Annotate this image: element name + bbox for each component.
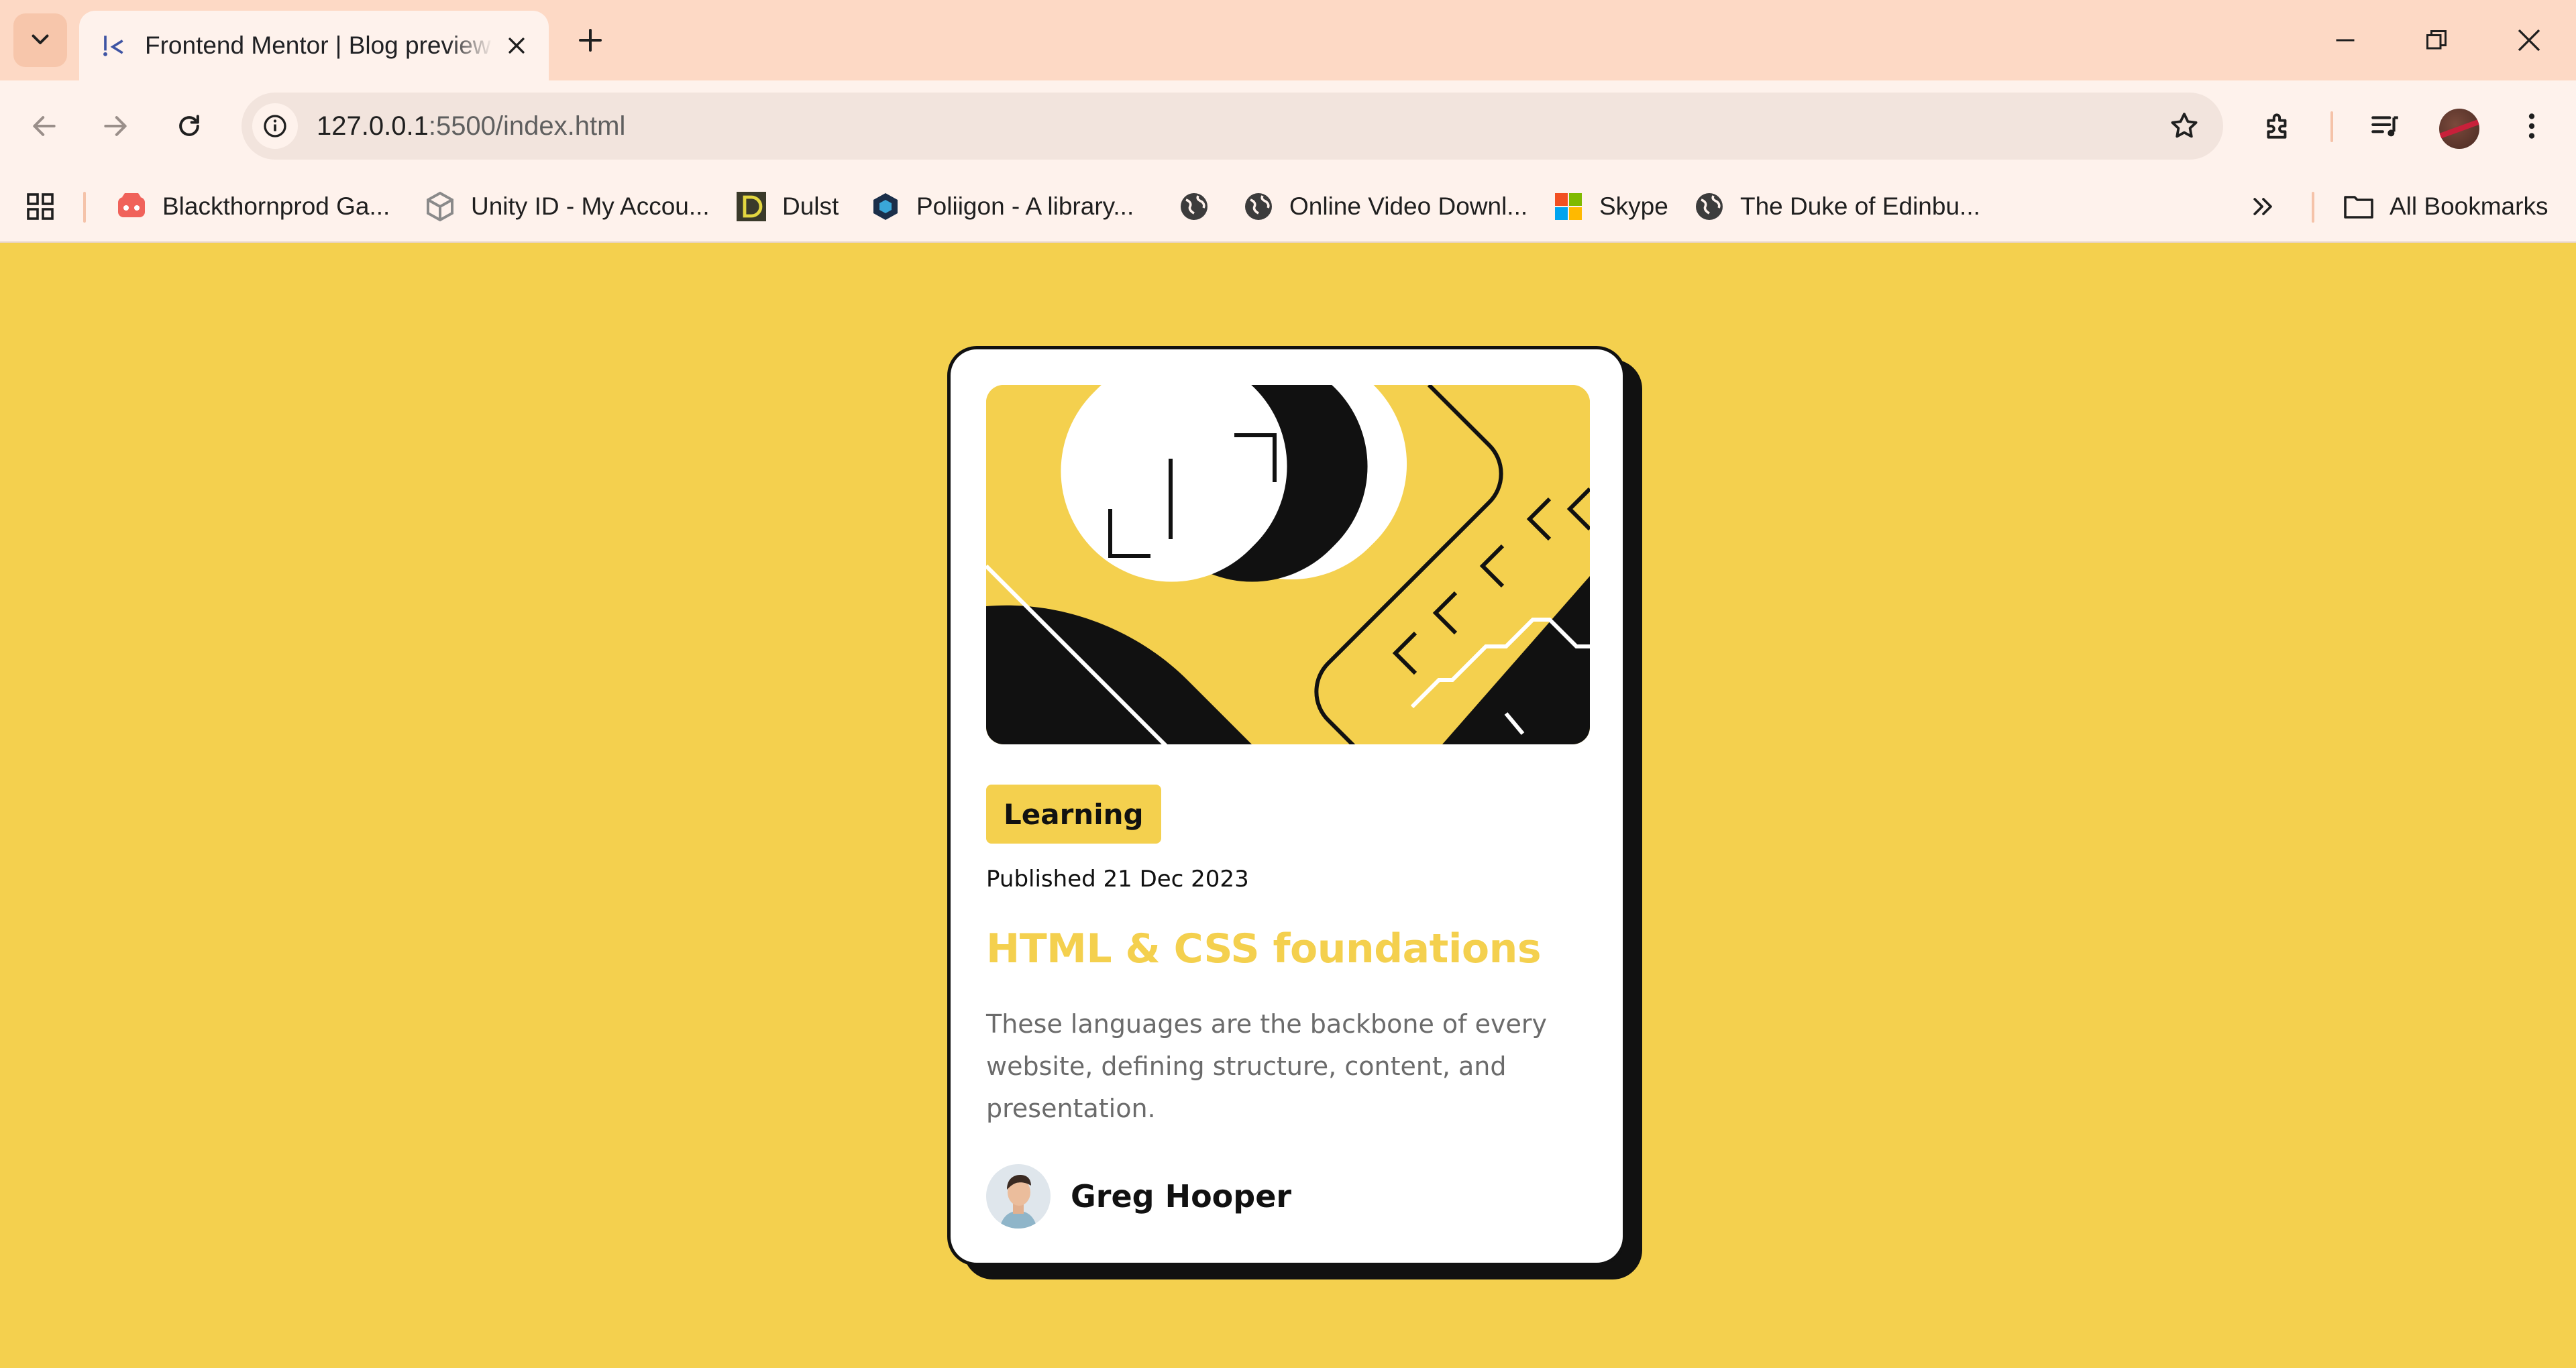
tab-strip: Frontend Mentor | Blog preview card: [0, 0, 2576, 80]
address-bar[interactable]: 127.0.0.1:5500/index.html: [241, 93, 2223, 160]
new-tab-plus-icon[interactable]: [570, 20, 610, 60]
more-bookmarks-chevron-icon[interactable]: [2249, 186, 2278, 227]
bookmark-globe-unlabeled[interactable]: [1178, 186, 1225, 227]
more-menu-icon[interactable]: [2508, 102, 2556, 150]
close-tab-icon[interactable]: [500, 30, 533, 62]
windows-icon: [1552, 190, 1585, 223]
card-description: These languages are the backbone of ever…: [986, 1009, 1547, 1123]
author-name: Greg Hooper: [1071, 1178, 1292, 1214]
bookmark-dulst[interactable]: Dulst: [735, 186, 839, 227]
chevron-down-icon: [28, 27, 52, 54]
bookmark-duke-of-edinburgh[interactable]: The Duke of Edinbu...: [1693, 186, 1980, 227]
bookmarks-divider: [83, 192, 86, 223]
url-path: :5500/index.html: [428, 111, 626, 141]
bookmark-label: Skype: [1599, 192, 1668, 220]
bookmark-online-video[interactable]: Online Video Downl...: [1242, 186, 1527, 227]
restore-icon[interactable]: [2410, 15, 2463, 66]
site-info-icon[interactable]: [252, 103, 298, 149]
bookmark-unity-id[interactable]: Unity ID - My Accou...: [424, 186, 710, 227]
poliigon-icon: [869, 190, 902, 223]
gamepad-icon: [115, 190, 148, 223]
profile-avatar[interactable]: [2439, 109, 2479, 149]
unity-icon: [424, 190, 456, 223]
card-illustration: [986, 385, 1590, 744]
frontend-mentor-favicon-icon: [98, 31, 127, 60]
extensions-puzzle-icon[interactable]: [2254, 102, 2302, 150]
back-arrow-icon[interactable]: [20, 102, 68, 150]
reload-icon[interactable]: [165, 102, 213, 150]
tab-search-button[interactable]: [13, 13, 67, 67]
category-badge: Learning: [986, 785, 1161, 844]
bookmark-skype[interactable]: Skype: [1552, 186, 1668, 227]
browser-toolbar: 127.0.0.1:5500/index.html: [0, 80, 2576, 172]
globe-icon: [1242, 190, 1275, 223]
globe-icon: [1693, 190, 1725, 223]
bookmark-label: Blackthornprod Ga...: [162, 192, 390, 220]
bookmark-label: The Duke of Edinbu...: [1740, 192, 1980, 220]
bookmarks-bar: Blackthornprod Ga... Unity ID - My Accou…: [0, 172, 2576, 243]
tab-title: Frontend Mentor | Blog preview card: [145, 25, 494, 66]
published-date: Published 21 Dec 2023: [986, 866, 1249, 893]
bookmark-blackthornprod[interactable]: Blackthornprod Ga...: [115, 186, 390, 227]
bookmark-label: Dulst: [782, 192, 839, 220]
url-host: 127.0.0.1: [317, 111, 429, 141]
all-bookmarks-folder[interactable]: All Bookmarks: [2343, 186, 2548, 227]
toolbar-divider: [2330, 111, 2333, 142]
all-bookmarks-label: All Bookmarks: [2390, 192, 2548, 220]
folder-icon: [2343, 190, 2375, 223]
globe-icon: [1178, 190, 1210, 223]
close-window-icon[interactable]: [2502, 15, 2556, 66]
active-tab[interactable]: Frontend Mentor | Blog preview card: [79, 11, 549, 80]
minimize-icon[interactable]: [2318, 15, 2372, 66]
media-control-icon[interactable]: [2361, 102, 2410, 150]
bookmark-poliigon[interactable]: Poliigon - A library...: [869, 186, 1134, 227]
apps-grid-icon[interactable]: [24, 186, 56, 227]
card-title-link[interactable]: HTML & CSS foundations: [986, 919, 1542, 979]
url-text: 127.0.0.1:5500/index.html: [317, 106, 625, 146]
bookmarks-divider: [2312, 192, 2314, 223]
bookmark-label: Unity ID - My Accou...: [471, 192, 710, 220]
bookmark-label: Poliigon - A library...: [916, 192, 1134, 220]
forward-arrow-icon[interactable]: [91, 102, 140, 150]
bookmark-label: Online Video Downl...: [1289, 192, 1528, 220]
dulst-icon: [735, 190, 767, 223]
bookmark-star-icon[interactable]: [2165, 107, 2203, 145]
author-avatar: [986, 1164, 1051, 1229]
